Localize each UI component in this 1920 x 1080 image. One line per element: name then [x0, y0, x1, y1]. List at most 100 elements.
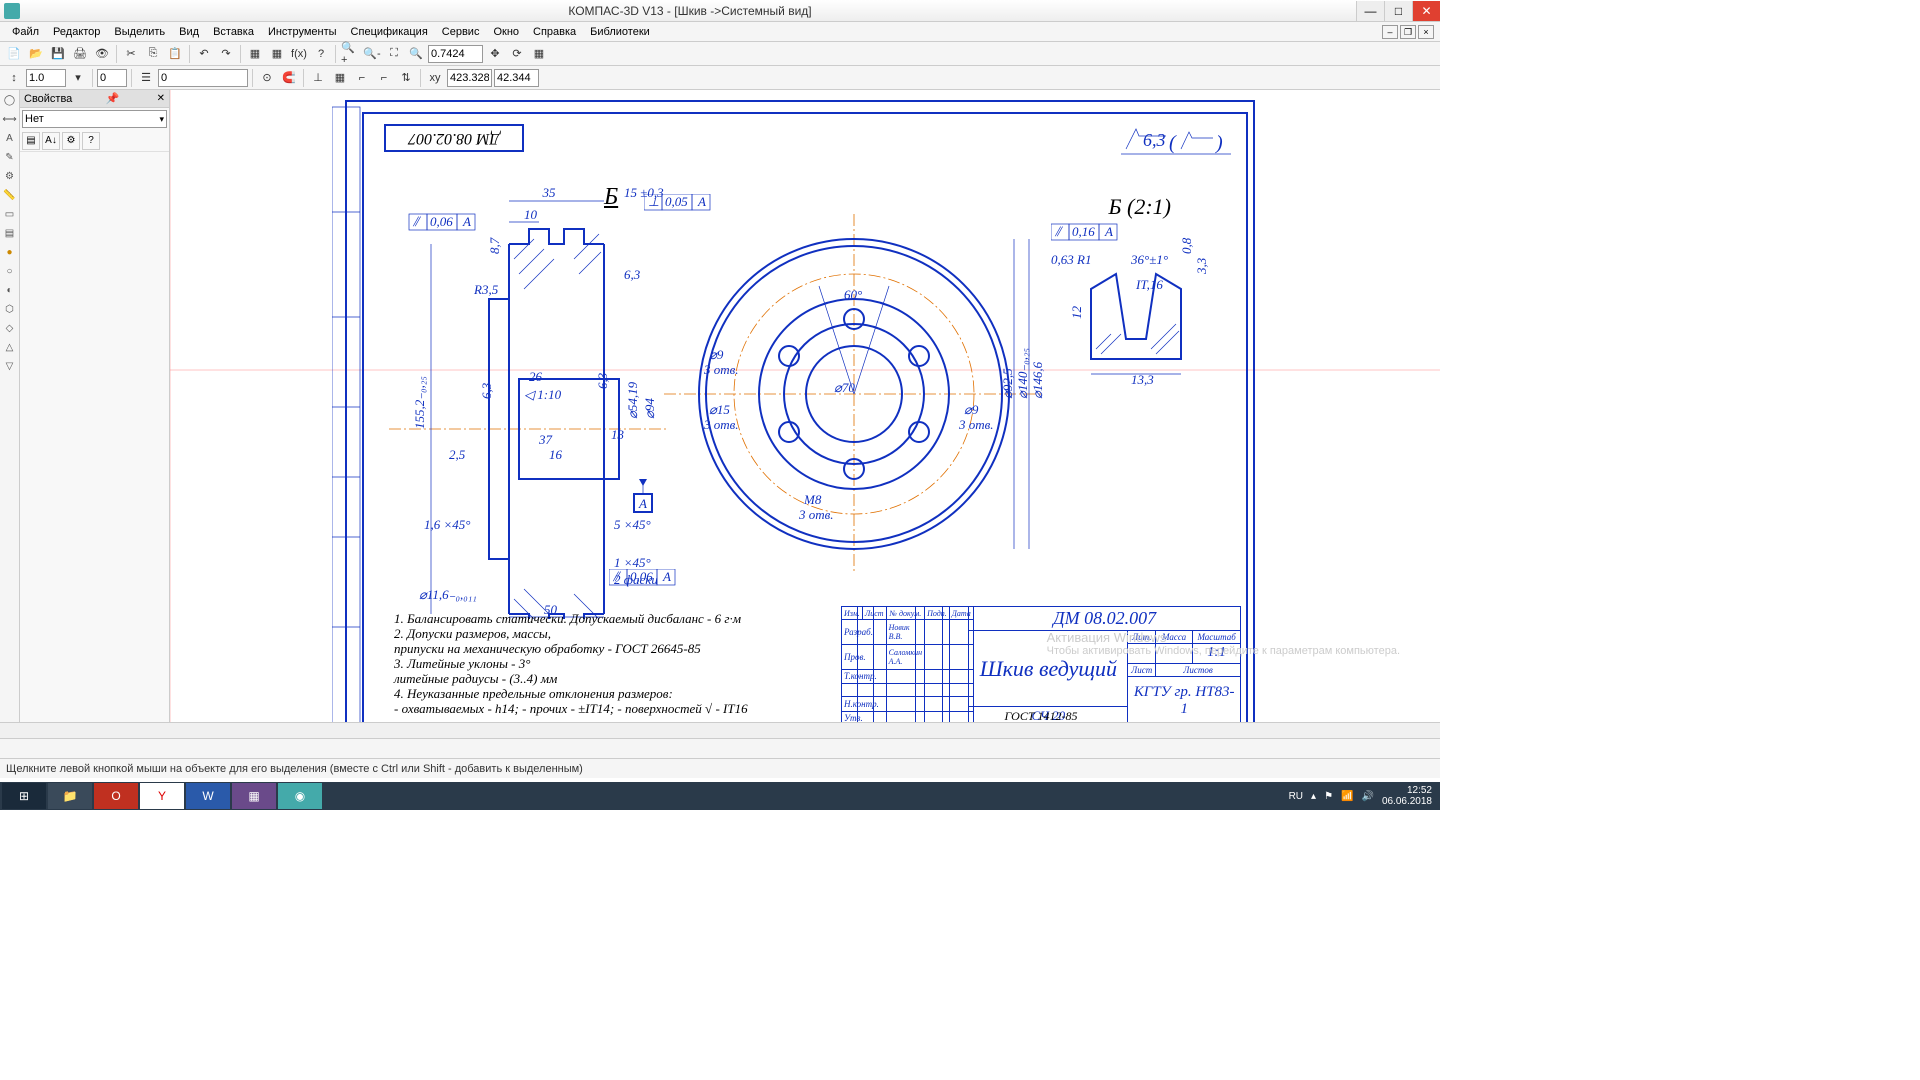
close-button[interactable]: ✕: [1412, 1, 1440, 21]
copy-icon[interactable]: ⎘: [143, 44, 163, 64]
layer-input[interactable]: [158, 69, 248, 87]
new-icon[interactable]: 📄: [4, 44, 24, 64]
ortho-icon[interactable]: ⊥: [308, 68, 328, 88]
more2-icon[interactable]: ○: [1, 263, 19, 281]
prop-btn3[interactable]: ⚙: [62, 132, 80, 150]
mdi-close[interactable]: ×: [1418, 25, 1434, 39]
select-icon[interactable]: ▭: [1, 206, 19, 224]
horizontal-scrollbar[interactable]: [0, 722, 1440, 738]
svg-text:13: 13: [611, 427, 625, 442]
tray-lang[interactable]: RU: [1289, 791, 1303, 802]
param-icon[interactable]: ⚙: [1, 168, 19, 186]
magnet-icon[interactable]: 🧲: [279, 68, 299, 88]
start-button[interactable]: ⊞: [2, 783, 46, 809]
zoom-window-icon[interactable]: 🔍: [406, 44, 426, 64]
edit-icon[interactable]: ✎: [1, 149, 19, 167]
menu-select[interactable]: Выделить: [108, 24, 171, 40]
menu-spec[interactable]: Спецификация: [345, 24, 434, 40]
kompas-icon[interactable]: ◉: [278, 783, 322, 809]
prop-btn2[interactable]: A↓: [42, 132, 60, 150]
svg-text:1 ×45°: 1 ×45°: [614, 555, 651, 570]
text-icon[interactable]: A: [1, 130, 19, 148]
word-icon[interactable]: W: [186, 783, 230, 809]
tray-flag-icon[interactable]: ⚑: [1324, 791, 1333, 802]
explorer-icon[interactable]: 📁: [48, 783, 92, 809]
svg-text:IT,16: IT,16: [1135, 277, 1163, 292]
menu-file[interactable]: Файл: [6, 24, 45, 40]
properties-close-icon[interactable]: ✕: [157, 93, 165, 104]
zoom-input[interactable]: [428, 45, 483, 63]
redo-icon[interactable]: ↷: [216, 44, 236, 64]
zoom-fit-icon[interactable]: ⛶: [384, 44, 404, 64]
maximize-button[interactable]: □: [1384, 1, 1412, 21]
tool-icon[interactable]: ▦: [245, 44, 265, 64]
coord-x-input[interactable]: [447, 69, 492, 87]
svg-text:): ): [1215, 132, 1223, 154]
tool2-icon[interactable]: ▦: [267, 44, 287, 64]
grid2-icon[interactable]: ▦: [330, 68, 350, 88]
mdi-minimize[interactable]: –: [1382, 25, 1398, 39]
yandex-icon[interactable]: Y: [140, 783, 184, 809]
tray-up-icon[interactable]: ▴: [1311, 791, 1316, 802]
menu-edit[interactable]: Редактор: [47, 24, 106, 40]
menu-help[interactable]: Справка: [527, 24, 582, 40]
open-icon[interactable]: 📂: [26, 44, 46, 64]
drawing-canvas[interactable]: ДМ 08.02.007 6,3 ( ) Б Б (2:1): [170, 90, 1440, 722]
zoom-in-icon[interactable]: 🔍+: [340, 44, 360, 64]
zoom-out-icon[interactable]: 🔍-: [362, 44, 382, 64]
geom-icon[interactable]: ◯: [1, 92, 19, 110]
tray-net-icon[interactable]: 📶: [1341, 791, 1353, 802]
toolbar-standard: 📄 📂 💾 🖨 👁 ✂ ⎘ 📋 ↶ ↷ ▦ ▦ f(x) ? 🔍+ 🔍- ⛶ 🔍…: [0, 42, 1440, 66]
tray-vol-icon[interactable]: 🔊: [1361, 791, 1373, 802]
properties-filter-combo[interactable]: Нет: [22, 110, 167, 128]
measure-icon[interactable]: 📏: [1, 187, 19, 205]
snap4-icon[interactable]: ⇅: [396, 68, 416, 88]
pin-icon[interactable]: 📌: [106, 92, 120, 105]
refresh-icon[interactable]: ⟳: [507, 44, 527, 64]
menu-libs[interactable]: Библиотеки: [584, 24, 656, 40]
minimize-button[interactable]: —: [1356, 1, 1384, 21]
more6-icon[interactable]: △: [1, 339, 19, 357]
print-icon[interactable]: 🖨: [70, 44, 90, 64]
snap-icon[interactable]: ⊙: [257, 68, 277, 88]
menu-tools[interactable]: Инструменты: [262, 24, 343, 40]
step-icon[interactable]: ↕: [4, 68, 24, 88]
more5-icon[interactable]: ◇: [1, 320, 19, 338]
save-icon[interactable]: 💾: [48, 44, 68, 64]
prop-btn4[interactable]: ?: [82, 132, 100, 150]
more3-icon[interactable]: ◐: [1, 282, 19, 300]
opera-icon[interactable]: O: [94, 783, 138, 809]
help-icon[interactable]: ?: [311, 44, 331, 64]
snap3-icon[interactable]: ⌐: [374, 68, 394, 88]
fx-icon[interactable]: f(x): [289, 44, 309, 64]
step-input[interactable]: [26, 69, 66, 87]
paste-icon[interactable]: 📋: [165, 44, 185, 64]
menu-window[interactable]: Окно: [487, 24, 525, 40]
more1-icon[interactable]: ●: [1, 244, 19, 262]
pan-icon[interactable]: ✥: [485, 44, 505, 64]
layer-icon[interactable]: ☰: [136, 68, 156, 88]
more4-icon[interactable]: ⬡: [1, 301, 19, 319]
svg-text:6,3: 6,3: [479, 382, 494, 399]
dropdown-icon[interactable]: ▾: [68, 68, 88, 88]
cut-icon[interactable]: ✂: [121, 44, 141, 64]
svg-text:3 отв.: 3 отв.: [958, 417, 994, 432]
tray-clock[interactable]: 12:52 06.06.2018: [1382, 785, 1432, 807]
snap2-icon[interactable]: ⌐: [352, 68, 372, 88]
coord-y-input[interactable]: [494, 69, 539, 87]
spec-icon[interactable]: ▤: [1, 225, 19, 243]
coord-icon[interactable]: xy: [425, 68, 445, 88]
mdi-restore[interactable]: ❐: [1400, 25, 1416, 39]
undo-icon[interactable]: ↶: [194, 44, 214, 64]
menu-view[interactable]: Вид: [173, 24, 205, 40]
prop-btn1[interactable]: ▤: [22, 132, 40, 150]
preview-icon[interactable]: 👁: [92, 44, 112, 64]
dim-icon[interactable]: ⟷: [1, 111, 19, 129]
grid-icon[interactable]: ▦: [529, 44, 549, 64]
menu-service[interactable]: Сервис: [436, 24, 486, 40]
style-input[interactable]: [97, 69, 127, 87]
more7-icon[interactable]: ▽: [1, 358, 19, 376]
winrar-icon[interactable]: ▦: [232, 783, 276, 809]
svg-text:37: 37: [538, 432, 553, 447]
menu-insert[interactable]: Вставка: [207, 24, 260, 40]
